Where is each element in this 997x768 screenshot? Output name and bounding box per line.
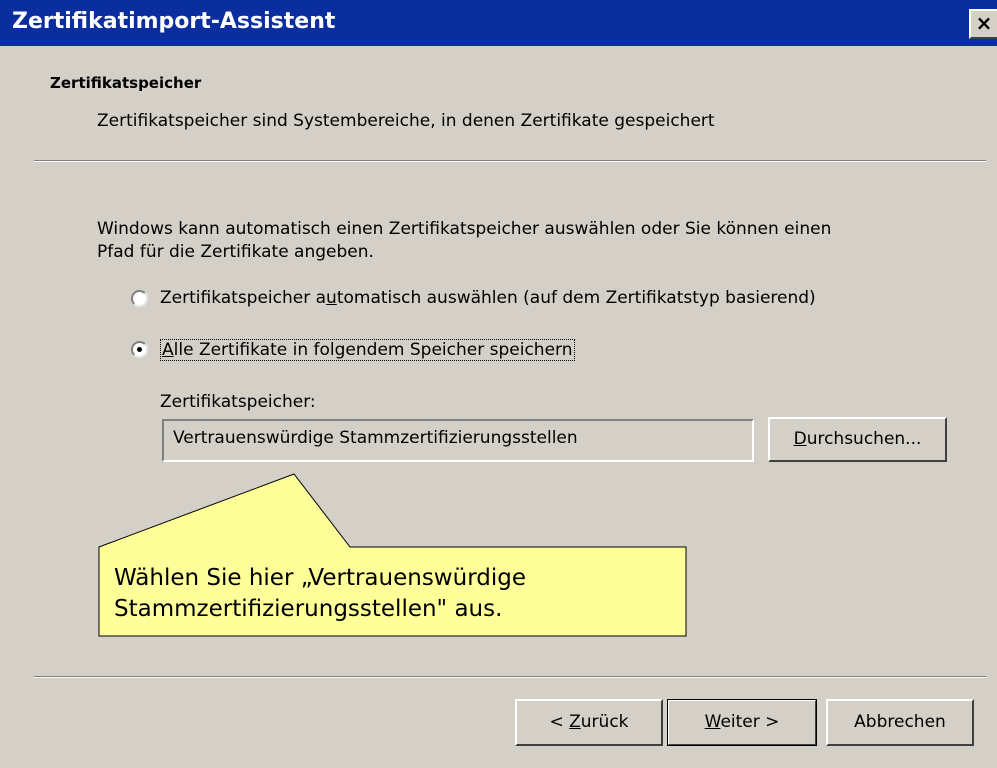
browse-button[interactable]: Durchsuchen...: [768, 417, 947, 462]
radio-manual-label[interactable]: Alle Zertifikate in folgendem Speicher s…: [160, 339, 575, 361]
window-title: Zertifikatimport-Assistent: [12, 9, 336, 34]
store-field: Vertrauenswürdige Stammzertifizierungsst…: [162, 419, 754, 462]
radio-manual-indicator[interactable]: [131, 341, 148, 358]
store-value: Vertrauenswürdige Stammzertifizierungsst…: [173, 428, 578, 448]
next-button[interactable]: Weiter >: [667, 699, 817, 746]
callout-text: Wählen Sie hier „Vertrauenswürdige Stamm…: [114, 563, 526, 625]
header-divider: [34, 160, 986, 162]
radio-auto-indicator[interactable]: [131, 290, 148, 307]
store-label: Zertifikatspeicher:: [160, 392, 316, 412]
callout-line-2: Stammzertifizierungsstellen" aus.: [114, 596, 503, 622]
wizard-header: [0, 46, 997, 160]
page-subtitle: Zertifikatspeicher sind Systembereiche, …: [97, 111, 715, 131]
radio-auto-label[interactable]: Zertifikatspeicher automatisch auswählen…: [160, 288, 816, 308]
footer-divider: [34, 676, 986, 678]
radio-selected-dot: [137, 347, 142, 352]
intro-line-1: Windows kann automatisch einen Zertifika…: [97, 219, 832, 239]
intro-line-2: Pfad für die Zertifikate angeben.: [97, 242, 374, 262]
cancel-button[interactable]: Abbrechen: [826, 699, 974, 746]
close-icon: ×: [975, 11, 993, 35]
title-bar: Zertifikatimport-Assistent: [0, 0, 997, 46]
close-button[interactable]: ×: [969, 9, 997, 39]
callout-line-1: Wählen Sie hier „Vertrauenswürdige: [114, 565, 526, 591]
intro-text: Windows kann automatisch einen Zertifika…: [97, 218, 831, 264]
page-title: Zertifikatspeicher: [50, 74, 202, 92]
back-button[interactable]: < Zurück: [515, 699, 663, 746]
